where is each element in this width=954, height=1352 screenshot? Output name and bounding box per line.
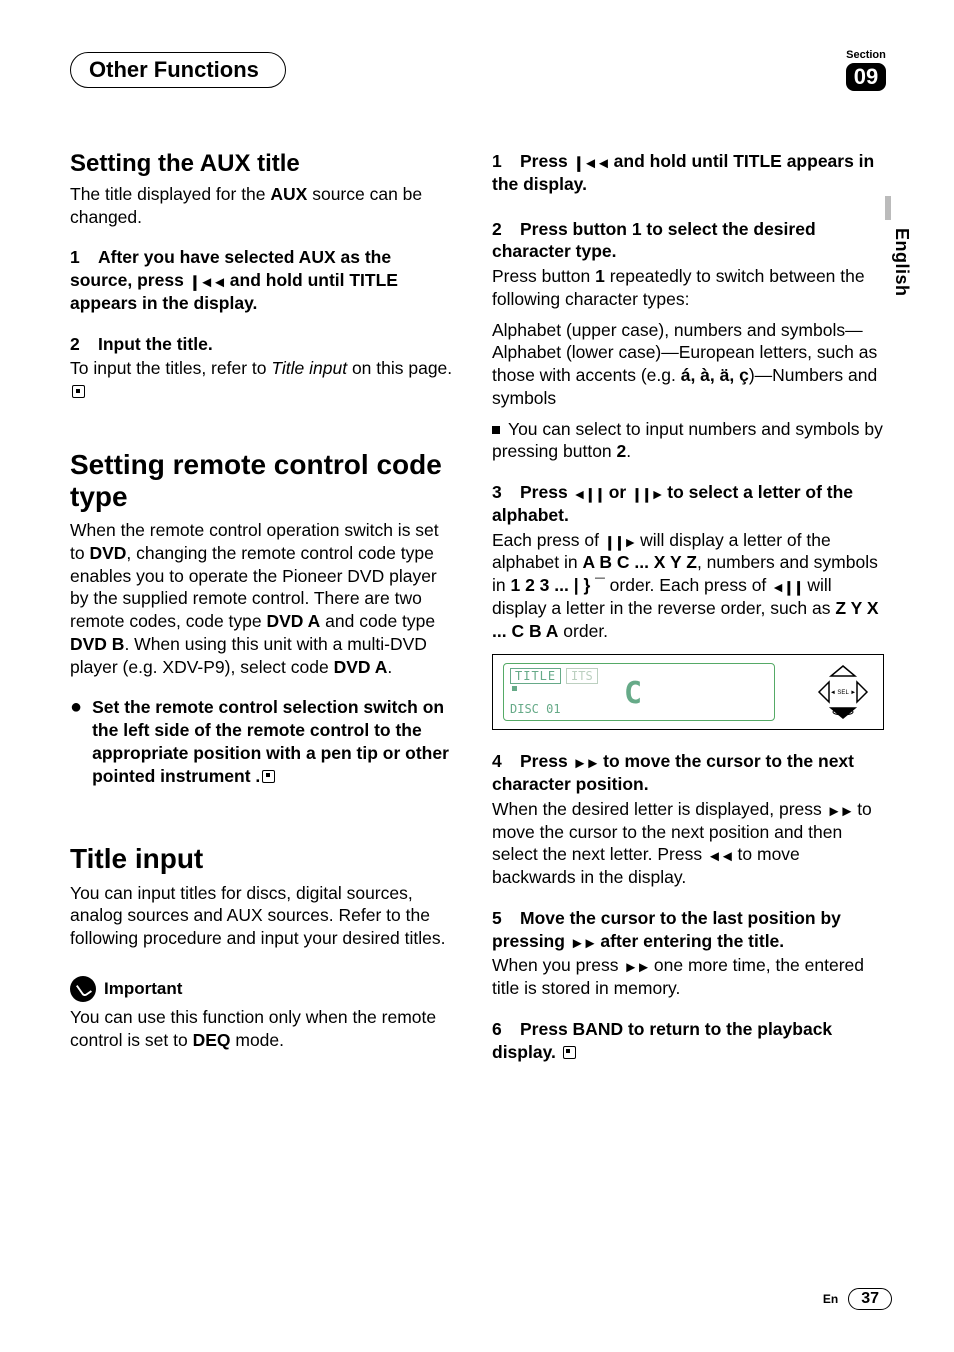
- ffwd-icon: ►►: [570, 935, 596, 952]
- text-bold: 1 2 3 ... | } ¯: [510, 575, 604, 595]
- page-footer: En 37: [823, 1288, 892, 1310]
- right-pause-icon: ❙❙►: [604, 534, 635, 550]
- text-bold: DVD: [89, 543, 126, 563]
- step2-note: You can select to input numbers and symb…: [492, 418, 884, 464]
- right-pause-icon: ❙❙►: [631, 486, 662, 502]
- text: mode.: [231, 1030, 285, 1050]
- text-bold: DVD A: [267, 611, 321, 631]
- text-bold: DVD A: [334, 657, 388, 677]
- text: Press BAND to return to the playback dis…: [492, 1019, 832, 1062]
- square-bullet-icon: [492, 426, 500, 434]
- section-number: 09: [846, 63, 886, 91]
- lcd-disc-label: DISC 01: [510, 702, 561, 716]
- text-bold: á, à, ä, ç: [681, 365, 749, 385]
- step4-body: When the desired letter is displayed, pr…: [492, 798, 884, 889]
- text-bold: 1: [595, 266, 605, 286]
- aux-step2-body: To input the titles, refer to Title inpu…: [70, 357, 456, 403]
- aux-intro: The title displayed for the AUX source c…: [70, 183, 456, 229]
- text-bold: DVD B: [70, 634, 124, 654]
- lcd-letter: C: [624, 676, 644, 711]
- text: and code type: [320, 611, 435, 631]
- step2-heading: 2Press button 1 to select the desired ch…: [492, 218, 884, 264]
- title-input-body: You can input titles for discs, digital …: [70, 882, 456, 950]
- text: Press button: [492, 266, 595, 286]
- footer-lang-code: En: [823, 1292, 838, 1306]
- text: on this page.: [347, 358, 452, 378]
- text: Each press of: [492, 530, 604, 550]
- prev-track-icon: ❙◄◄: [189, 274, 225, 291]
- aux-step2-heading: 2Input the title.: [70, 333, 456, 356]
- remote-body: When the remote control operation switch…: [70, 519, 456, 678]
- lcd-screen: TITLE ITS DISC 01 C: [503, 663, 775, 721]
- text: When the desired letter is displayed, pr…: [492, 799, 827, 819]
- end-of-section-icon: [72, 385, 85, 398]
- lcd-illustration: TITLE ITS DISC 01 C ◄ SEL ►: [492, 654, 884, 730]
- step5-heading: 5Move the cursor to the last position by…: [492, 907, 884, 953]
- end-of-section-icon: [563, 1046, 576, 1059]
- prev-track-icon: ❙◄◄: [573, 155, 609, 172]
- heading-title-input: Title input: [70, 843, 456, 875]
- step6-heading: 6Press BAND to return to the playback di…: [492, 1018, 884, 1064]
- page-header: Other Functions Section 09: [70, 50, 886, 90]
- text: When you press: [492, 955, 623, 975]
- remote-action-bullet: ● Set the remote control selection switc…: [70, 696, 456, 787]
- page-number: 37: [848, 1288, 892, 1310]
- important-icon: [70, 976, 96, 1002]
- end-of-section-icon: [262, 770, 275, 783]
- text-italic: Title input: [271, 358, 347, 378]
- language-side-tab: English: [891, 210, 917, 315]
- heading-aux-title: Setting the AUX title: [70, 150, 456, 179]
- ffwd-icon: ►►: [623, 959, 649, 976]
- ffwd-icon: ►►: [827, 803, 853, 820]
- text: Press: [520, 482, 573, 502]
- left-column: Setting the AUX title The title displaye…: [70, 150, 456, 1065]
- text-bold: DEQ: [193, 1030, 231, 1050]
- section-badge-wrap: Section 09: [846, 49, 886, 91]
- text: Press: [520, 751, 573, 771]
- text-bold: 2: [617, 441, 627, 461]
- chapter-title: Other Functions: [89, 57, 259, 83]
- important-note-row: Important: [70, 976, 456, 1002]
- text: The title displayed for the: [70, 184, 270, 204]
- left-pause-icon: ◄❙❙: [573, 486, 604, 502]
- important-label: Important: [104, 979, 182, 999]
- ffwd-icon: ►►: [573, 755, 599, 772]
- right-column: 1Press ❙◄◄ and hold until TITLE appears …: [492, 150, 884, 1065]
- step4-heading: 4Press ►► to move the cursor to the next…: [492, 750, 884, 796]
- heading-remote-control: Setting remote control code type: [70, 449, 456, 513]
- lcd-its-tag: ITS: [566, 668, 598, 684]
- section-label: Section: [846, 49, 886, 61]
- step2-body-2: Alphabet (upper case), numbers and symbo…: [492, 319, 884, 410]
- aux-step1-heading: 1After you have selected AUX as the sour…: [70, 246, 456, 314]
- text: Press: [520, 151, 573, 171]
- text: order. Each press of: [605, 575, 771, 595]
- text-bold: AUX: [270, 184, 307, 204]
- step2-body-1: Press button 1 repeatedly to switch betw…: [492, 265, 884, 311]
- language-label: English: [891, 228, 912, 297]
- text-bold: A B C ... X Y Z: [583, 552, 697, 572]
- step3-heading: 3Press ◄❙❙ or ❙❙► to select a letter of …: [492, 481, 884, 527]
- text: order.: [558, 621, 608, 641]
- step5-body: When you press ►► one more time, the ent…: [492, 954, 884, 1000]
- dpad-sel-label: ◄ SEL ►: [830, 690, 856, 696]
- important-body: You can use this function only when the …: [70, 1006, 456, 1052]
- text: You can select to input numbers and symb…: [492, 419, 883, 462]
- chapter-pill: Other Functions: [70, 52, 286, 88]
- rew-icon: ◄◄: [707, 848, 733, 865]
- text: .: [626, 441, 631, 461]
- text: Press button 1 to select the desired cha…: [492, 219, 816, 262]
- text: after entering the title.: [596, 931, 785, 951]
- bullet-icon: ●: [70, 696, 82, 787]
- step3-body: Each press of ❙❙► will display a letter …: [492, 529, 884, 643]
- dpad-illustration: ◄ SEL ►: [813, 664, 873, 720]
- text: Input the title.: [98, 334, 213, 354]
- text: .: [387, 657, 392, 677]
- step1-heading: 1Press ❙◄◄ and hold until TITLE appears …: [492, 150, 884, 196]
- left-pause-icon: ◄❙❙: [771, 579, 802, 595]
- lcd-title-tag: TITLE: [510, 668, 561, 684]
- text: To input the titles, refer to: [70, 358, 271, 378]
- text: or: [604, 482, 631, 502]
